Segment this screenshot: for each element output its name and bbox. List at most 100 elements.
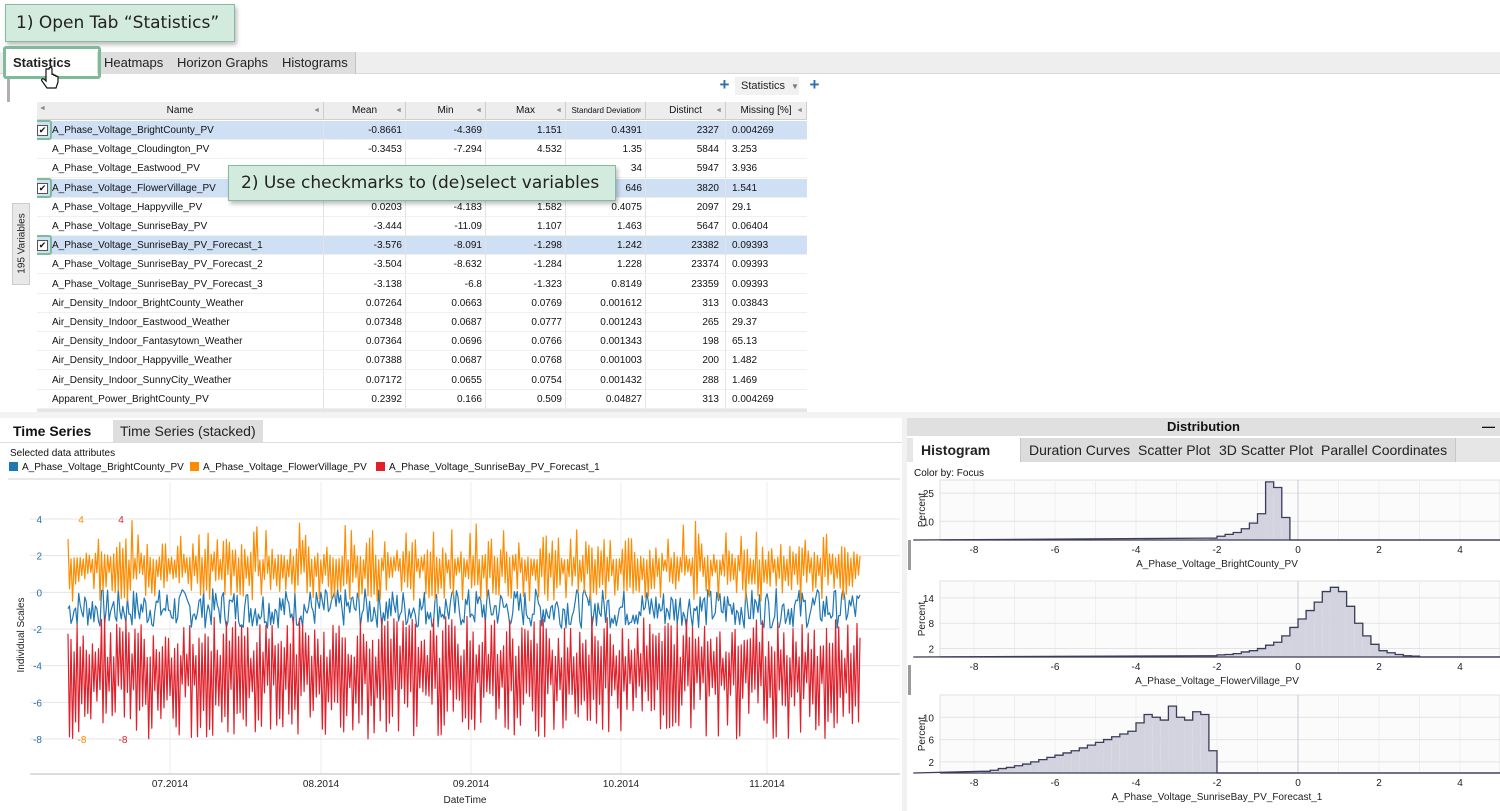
tab-3d-scatter-plot[interactable]: 3D Scatter Plot — [1211, 438, 1323, 462]
x-tick-label: 0 — [1295, 662, 1301, 673]
sort-arrow-icon[interactable]: ◄ — [555, 102, 562, 119]
column-header-distinct[interactable]: Distinct ◄ — [646, 102, 726, 120]
table-cell-distinct: 200 — [646, 351, 726, 371]
column-header-missing[interactable]: Missing [%] ◄ — [726, 102, 807, 120]
table-cell-missing: 3.936 — [732, 163, 758, 175]
scroll-left-icon[interactable]: ◄ — [39, 105, 46, 112]
tab-duration-curves[interactable]: Duration Curves — [1021, 438, 1140, 462]
histogram-bar — [1362, 635, 1371, 657]
table-cell-max: 4.532 — [486, 140, 566, 160]
histogram-bar — [1079, 747, 1088, 773]
histogram-y-title: Percent — [917, 602, 928, 637]
table-row[interactable]: A_Phase_Voltage_SunriseBay_PV_Forecast_1… — [37, 235, 807, 256]
histogram-bar — [1330, 587, 1339, 657]
table-cell-min: -11.09 — [406, 217, 486, 236]
table-cell-std: 0.001243 — [566, 313, 646, 332]
table-row[interactable]: Air_Density_Indoor_Eastwood_Weather 0.073… — [37, 313, 807, 332]
table-cell-missing: 0.09393 — [732, 259, 769, 271]
histogram-bar — [1087, 745, 1096, 773]
histogram-bar — [1022, 764, 1031, 773]
y-tick-label: -4 — [33, 662, 42, 673]
table-cell-missing: 65.13 — [732, 336, 758, 348]
legend-label: A_Phase_Voltage_BrightCounty_PV — [22, 462, 184, 473]
add-left-plus-icon[interactable]: + — [718, 76, 731, 93]
column-header-std[interactable]: Standard Deviation ◄ — [566, 102, 646, 120]
histogram-y-title: Percent — [917, 717, 928, 752]
histogram-bar — [1103, 739, 1112, 773]
y-tick-label: 0 — [36, 588, 42, 599]
minimize-icon[interactable]: — — [1482, 419, 1495, 434]
x-tick-label: -4 — [1132, 662, 1141, 673]
tab-histograms[interactable]: Histograms — [275, 52, 356, 74]
splitter-handle[interactable] — [7, 78, 10, 102]
histogram-x-title: A_Phase_Voltage_FlowerVillage_PV — [1135, 676, 1299, 687]
legend-item-sunrisebay-forecast[interactable]: A_Phase_Voltage_SunriseBay_PV_Forecast_1 — [376, 462, 600, 473]
series-line-3 — [67, 615, 861, 740]
y-tick-label: 2 — [928, 758, 934, 769]
tab-horizon-graphs[interactable]: Horizon Graphs — [170, 52, 277, 74]
histogram-bar — [1063, 752, 1072, 773]
table-cell-name: Air_Density_Indoor_SunnyCity_Weather — [37, 370, 324, 390]
histogram-bar — [1265, 645, 1274, 657]
tab-time-series-stacked[interactable]: Time Series (stacked) — [113, 420, 263, 442]
tab-parallel-coordinates[interactable]: Parallel Coordinates — [1313, 438, 1457, 462]
table-cell-distinct: 3820 — [646, 178, 726, 198]
table-cell-max: -1.323 — [486, 274, 566, 294]
histogram-charts[interactable]: 1025-8 -6 -4 -2 0 2 4A_Phase_Voltage_BrightCou… — [907, 478, 1500, 811]
table-row[interactable]: Apparent_Power_BrightCounty_PV 0.2392 0.16… — [37, 389, 807, 409]
table-cell-distinct: 2327 — [646, 121, 726, 140]
sort-arrow-icon[interactable]: ◄ — [475, 102, 482, 119]
sort-arrow-icon[interactable]: ◄ — [715, 102, 722, 119]
table-cell-std: 1.228 — [566, 255, 646, 275]
time-series-chart[interactable]: 4 2 0 -2 -4 -6 -8 4 4 -8 -8 07.2014 08.2014 09.2014 10… — [0, 482, 902, 811]
table-row[interactable]: Air_Density_Indoor_SunnyCity_Weather 0.07… — [37, 370, 807, 390]
table-row[interactable]: Air_Density_Indoor_Fantasytown_Weather 0.… — [37, 332, 807, 352]
legend-item-brightcounty[interactable]: A_Phase_Voltage_BrightCounty_PV — [9, 462, 184, 473]
table-row[interactable]: A_Phase_Voltage_SunriseBay_PV_Forecast_3… — [37, 274, 807, 294]
legend-item-flowervillage[interactable]: A_Phase_Voltage_FlowerVillage_PV — [190, 462, 367, 473]
column-header-name[interactable]: Name ◄ — [37, 102, 324, 120]
histogram-bar — [1046, 757, 1055, 773]
table-row[interactable]: A_Phase_Voltage_SunriseBay_PV -3.444 -11.0… — [37, 217, 807, 236]
table-cell-min: -4.369 — [406, 121, 486, 140]
table-cell-distinct: 2097 — [646, 197, 726, 217]
tab-heatmaps[interactable]: Heatmaps — [97, 52, 172, 74]
sort-arrow-icon[interactable]: ◄ — [635, 102, 642, 119]
statistics-dropdown[interactable]: Statistics ▼ — [735, 77, 799, 95]
sort-arrow-icon[interactable]: ◄ — [395, 102, 402, 119]
table-row[interactable]: Air_Density_Indoor_BrightCounty_Weather 0… — [37, 293, 807, 313]
table-cell-max: 0.0754 — [486, 370, 566, 390]
legend-swatch — [9, 462, 18, 471]
table-cell-std: 0.04827 — [566, 389, 646, 409]
column-header-min[interactable]: Min ◄ — [406, 102, 486, 120]
y-tick-label: 2 — [928, 645, 934, 656]
x-tick-label: -2 — [1213, 778, 1222, 789]
table-cell-min: 0.0655 — [406, 370, 486, 390]
table-cell-max: -1.298 — [486, 236, 566, 256]
table-cell-distinct: 265 — [646, 313, 726, 332]
tab-scatter-plot[interactable]: Scatter Plot — [1130, 438, 1220, 462]
histogram-bar — [1225, 534, 1234, 540]
column-header-mean[interactable]: Mean ◄ — [324, 102, 406, 120]
y-axis-title: Individual Scales — [16, 597, 27, 672]
table-cell-std: 0.4391 — [566, 121, 646, 140]
tab-time-series[interactable]: Time Series — [6, 420, 99, 442]
x-tick-label: -2 — [1213, 545, 1222, 556]
variables-side-strip[interactable]: 195 Variables — [12, 203, 30, 285]
table-cell-min: -8.632 — [406, 255, 486, 275]
table-row[interactable]: A_Phase_Voltage_SunriseBay_PV_Forecast_2… — [37, 255, 807, 275]
table-cell-std: 1.35 — [566, 140, 646, 160]
x-tick-label: 4 — [1457, 778, 1463, 789]
sort-arrow-icon[interactable]: ◄ — [796, 102, 803, 119]
table-row[interactable]: A_Phase_Voltage_BrightCounty_PV -0.8661 -4… — [37, 120, 807, 140]
table-cell-missing: 0.06404 — [732, 221, 769, 232]
sort-arrow-icon[interactable]: ◄ — [313, 102, 320, 119]
column-header-max[interactable]: Max ◄ — [486, 102, 566, 120]
histogram-bar — [1306, 610, 1315, 657]
table-row[interactable]: A_Phase_Voltage_Cloudington_PV -0.3453 -7.… — [37, 140, 807, 160]
add-right-plus-icon[interactable]: + — [808, 76, 821, 93]
table-row[interactable]: Air_Density_Indoor_Happyville_Weather 0.0… — [37, 351, 807, 371]
tab-histogram[interactable]: Histogram — [913, 438, 1021, 462]
table-cell-mean: -3.138 — [324, 274, 406, 294]
table-cell-distinct: 313 — [646, 293, 726, 313]
